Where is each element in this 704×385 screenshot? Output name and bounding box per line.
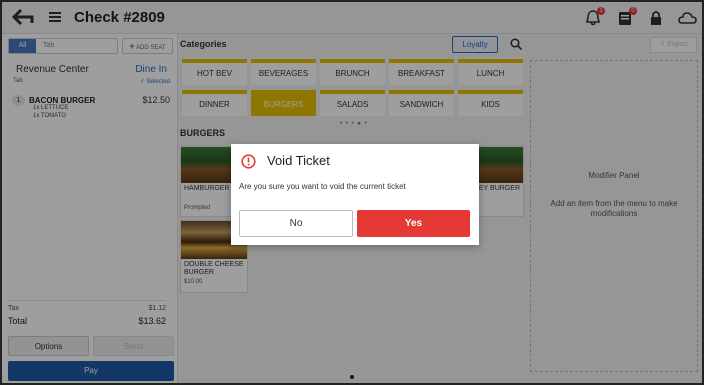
dialog-message: Are you sure you want to void the curren… bbox=[239, 182, 406, 191]
dialog-title: Void Ticket bbox=[267, 153, 330, 168]
void-ticket-dialog: Void Ticket Are you sure you want to voi… bbox=[231, 144, 479, 245]
no-button[interactable]: No bbox=[239, 210, 353, 237]
pos-window: Check #2809 1 0 All Tab + ADD SEAT Reven… bbox=[0, 0, 704, 385]
yes-button[interactable]: Yes bbox=[357, 210, 470, 237]
alert-icon bbox=[241, 154, 256, 169]
